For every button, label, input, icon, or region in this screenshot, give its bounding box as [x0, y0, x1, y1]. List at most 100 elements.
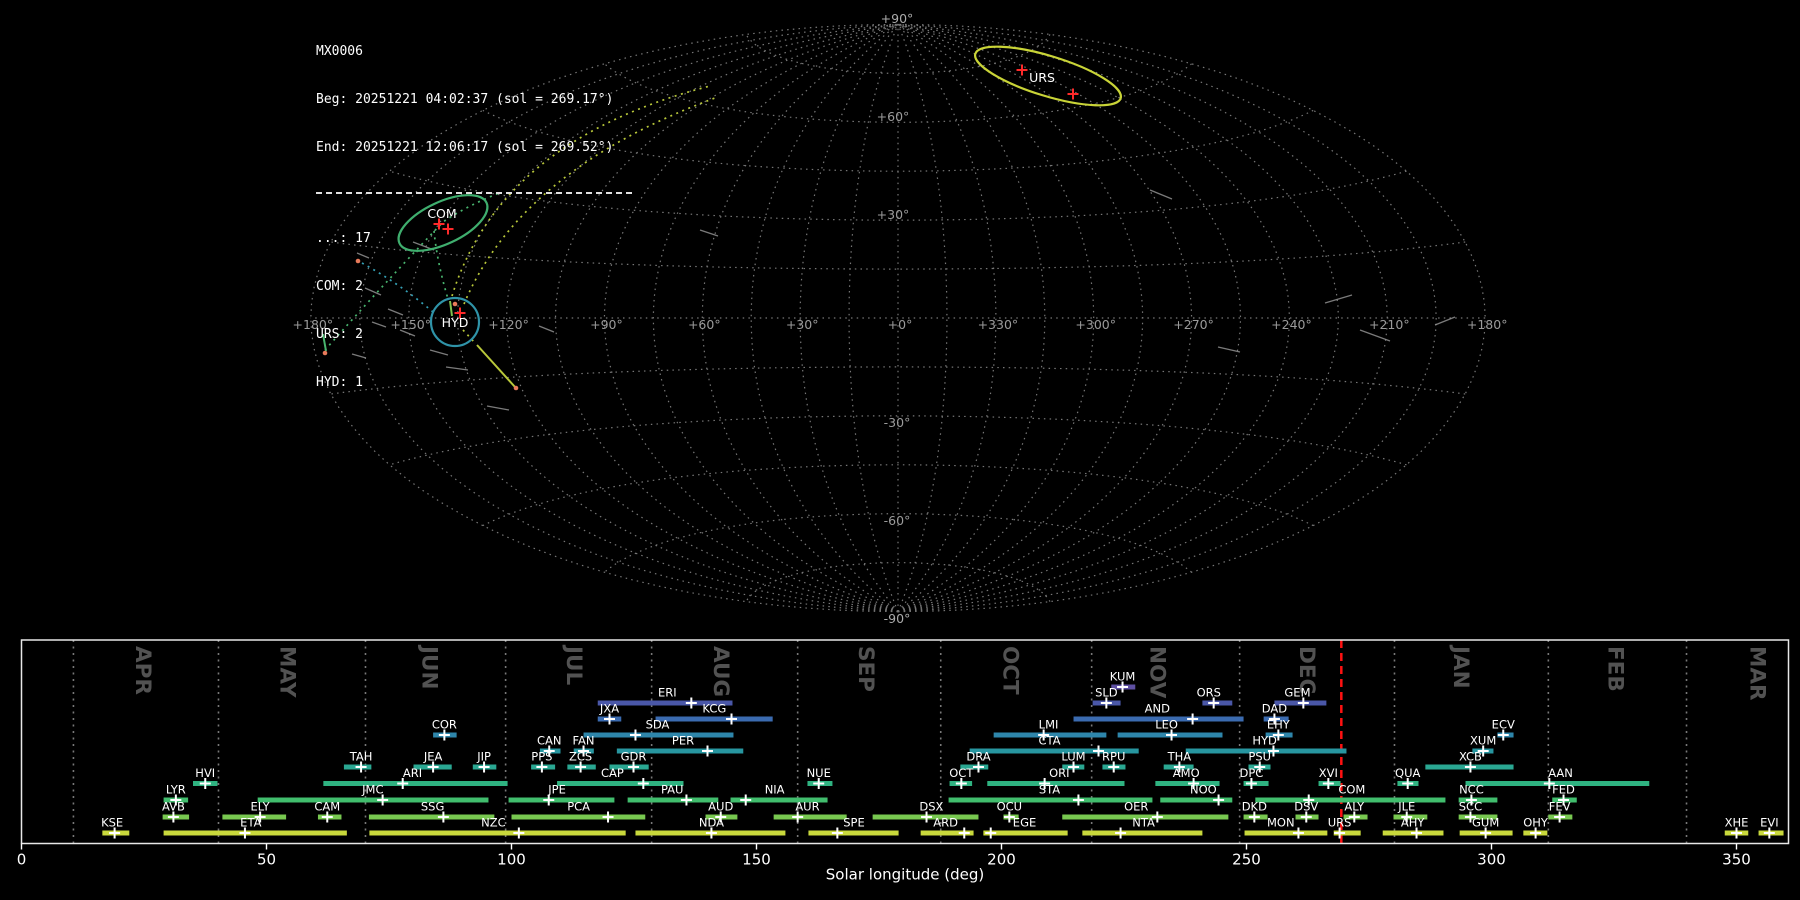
- shower-label-HYD: HYD: [1252, 734, 1277, 748]
- count-hyd: HYD: 1: [316, 375, 632, 391]
- shower-peak-SDA: [630, 730, 641, 741]
- shower-label-JXA: JXA: [599, 702, 619, 716]
- shower-peak-NIA: [740, 795, 751, 806]
- shower-label-CAM: CAM: [314, 800, 340, 814]
- shower-label-FAN: FAN: [573, 734, 595, 748]
- shower-label-XCB: XCB: [1459, 750, 1482, 764]
- x-tick-label: 150: [742, 851, 771, 869]
- shower-label-AND: AND: [1145, 702, 1170, 716]
- shower-label-THA: THA: [1167, 750, 1192, 764]
- shower-bar-NZC: [369, 831, 625, 836]
- shower-label-STA: STA: [1039, 783, 1060, 797]
- radiant-map-figure: +180°+150°+120°+90°+60°+30°+0°+330°+300°…: [0, 0, 1800, 900]
- shower-label-DSV: DSV: [1294, 800, 1318, 814]
- shower-label-AAN: AAN: [1548, 766, 1573, 780]
- figure-canvas: +180°+150°+120°+90°+60°+30°+0°+330°+300°…: [0, 0, 1800, 900]
- shower-label-ORS: ORS: [1197, 686, 1221, 700]
- shower-bar-ARI: [323, 781, 507, 786]
- shower-label-JEA: JEA: [423, 750, 443, 764]
- pole-label: +90°: [881, 11, 914, 26]
- shower-label-KSE: KSE: [101, 816, 123, 830]
- lon-label: +210°: [1369, 317, 1410, 332]
- shower-bar-SSG: [369, 815, 494, 820]
- shower-label-AUD: AUD: [708, 800, 733, 814]
- count-urs: URS: 2: [316, 327, 632, 343]
- lon-label: +30°: [786, 317, 819, 332]
- month-label-MAY: MAY: [275, 646, 300, 698]
- shower-label-AUR: AUR: [795, 800, 819, 814]
- x-tick-label: 350: [1722, 851, 1751, 869]
- shower-label-DPC: DPC: [1239, 766, 1263, 780]
- shower-label-OCT: OCT: [949, 766, 974, 780]
- shower-peak-NZC: [513, 828, 524, 839]
- shower-label-SPE: SPE: [843, 816, 865, 830]
- begin-time: Beg: 20251221 04:02:37 (sol = 269.17°): [316, 92, 632, 108]
- shower-label-NCC: NCC: [1459, 783, 1484, 797]
- month-label-JUL: JUL: [561, 644, 586, 685]
- shower-bar-PCA: [512, 815, 646, 820]
- shower-label-XHE: XHE: [1725, 816, 1749, 830]
- shower-label-XUM: XUM: [1470, 734, 1496, 748]
- shower-label-NOO: NOO: [1190, 783, 1217, 797]
- month-label-NOV: NOV: [1144, 646, 1169, 699]
- shower-peak-ERI: [686, 698, 697, 709]
- month-label-SEP: SEP: [853, 646, 878, 692]
- shower-label-SDA: SDA: [646, 718, 670, 732]
- shower-peak-PER: [702, 746, 713, 757]
- lon-label: +60°: [688, 317, 721, 332]
- shower-label-LMI: LMI: [1039, 718, 1059, 732]
- end-time: End: 20251221 12:06:17 (sol = 269.52°): [316, 140, 632, 156]
- shower-label-RPU: RPU: [1102, 750, 1125, 764]
- shower-peak-PCA: [603, 812, 614, 823]
- shower-label-ARI: ARI: [403, 766, 422, 780]
- shower-label-COM: COM: [1338, 783, 1365, 797]
- lat-label: -30°: [884, 415, 911, 430]
- lon-label: +270°: [1173, 317, 1214, 332]
- shower-label-EVI: EVI: [1760, 816, 1779, 830]
- month-label-JUN: JUN: [417, 644, 442, 689]
- station-id: MX0006: [316, 44, 632, 60]
- shower-label-ECV: ECV: [1492, 718, 1515, 732]
- lon-label: +0°: [888, 317, 913, 332]
- shower-label-LUM: LUM: [1061, 750, 1085, 764]
- shower-label-URS: URS: [1328, 816, 1352, 830]
- shower-label-KCG: KCG: [702, 702, 726, 716]
- shower-label-EHY: EHY: [1267, 718, 1291, 732]
- month-label-OCT: OCT: [997, 646, 1022, 695]
- lon-label: +180°: [1467, 317, 1508, 332]
- x-tick-label: 200: [987, 851, 1016, 869]
- shower-bar-STA: [949, 798, 1153, 803]
- shower-peak-CAP: [638, 778, 649, 789]
- shower-bar-PAU: [628, 798, 719, 803]
- shower-bar-NTA: [1082, 831, 1202, 836]
- month-label-FEB: FEB: [1602, 646, 1627, 692]
- shower-label-QUA: QUA: [1395, 766, 1420, 780]
- shower-label-CAP: CAP: [601, 766, 624, 780]
- shower-label-ARD: ARD: [933, 816, 958, 830]
- shower-label-EGE: EGE: [1013, 816, 1036, 830]
- shower-peak-STA: [1073, 795, 1084, 806]
- shower-label-FED: FED: [1552, 783, 1575, 797]
- shower-peak-ARD: [959, 828, 970, 839]
- shower-label-PAU: PAU: [661, 783, 683, 797]
- shower-label-LEO: LEO: [1155, 718, 1178, 732]
- shower-peak-KCG: [726, 714, 737, 725]
- month-label-APR: APR: [130, 646, 155, 695]
- shower-label-GDR: GDR: [621, 750, 647, 764]
- count-sporadic: ...: 17: [316, 231, 632, 247]
- shower-label-JLE: JLE: [1397, 800, 1415, 814]
- shower-label-ELY: ELY: [251, 800, 271, 814]
- shower-label-CAN: CAN: [537, 734, 562, 748]
- shower-label-TAH: TAH: [349, 750, 373, 764]
- shower-label-LYR: LYR: [166, 783, 186, 797]
- observation-info-block: MX0006 Beg: 20251221 04:02:37 (sol = 269…: [316, 12, 632, 423]
- x-tick-label: 0: [17, 851, 27, 869]
- shower-label-DAD: DAD: [1262, 702, 1288, 716]
- shower-label-GUM: GUM: [1472, 816, 1499, 830]
- lat-label: +30°: [877, 207, 910, 222]
- shower-label-NIA: NIA: [765, 783, 785, 797]
- x-axis-title: Solar longitude (deg): [826, 866, 984, 884]
- shower-label-OCU: OCU: [997, 800, 1023, 814]
- shower-label-NDA: NDA: [699, 816, 724, 830]
- shower-label-FEV: FEV: [1549, 800, 1571, 814]
